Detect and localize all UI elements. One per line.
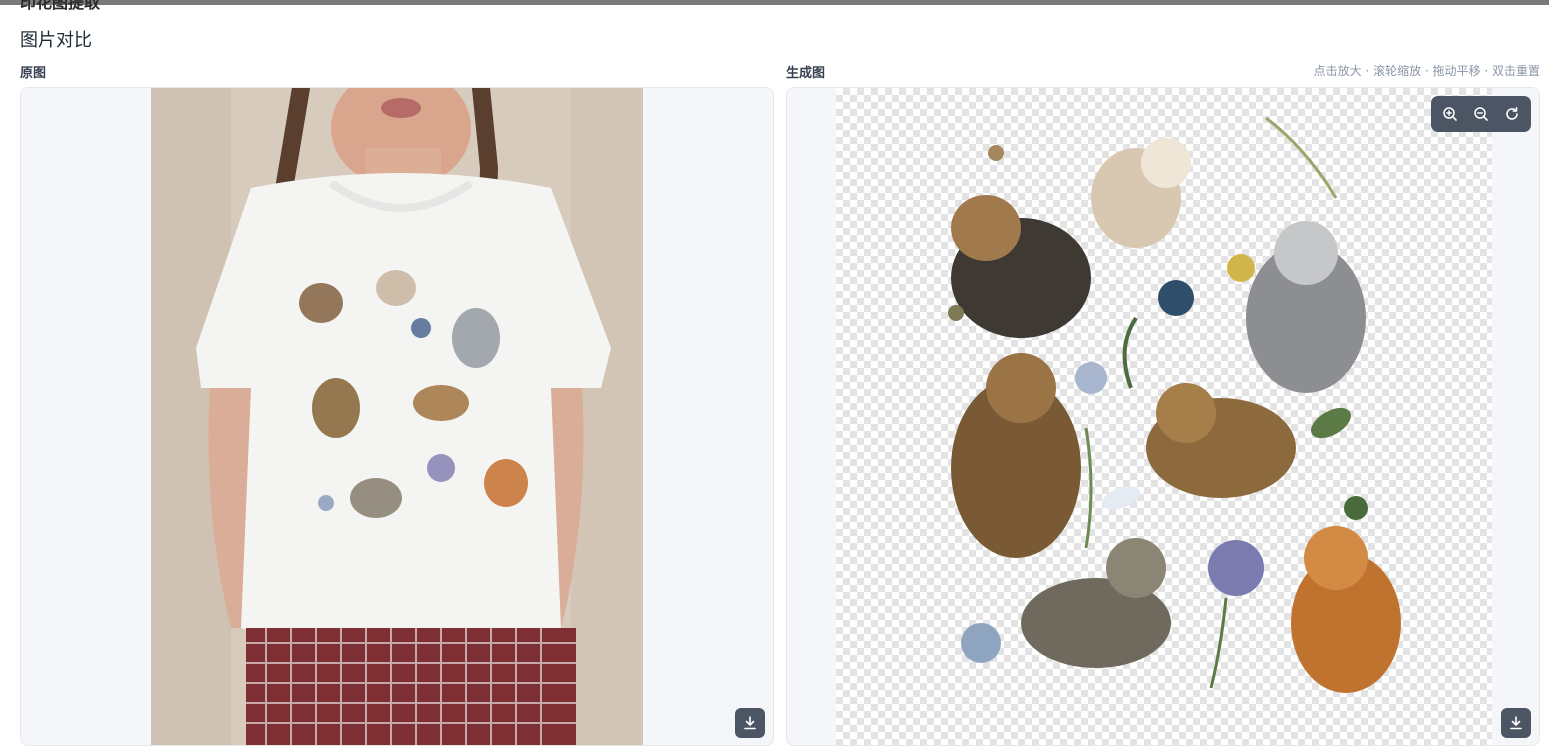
- reset-button[interactable]: [1500, 102, 1524, 126]
- zoom-in-button[interactable]: [1438, 102, 1462, 126]
- generated-image[interactable]: [836, 88, 1492, 745]
- original-image-panel[interactable]: [20, 87, 774, 746]
- zoom-out-icon: [1474, 107, 1488, 121]
- generated-image-label: 生成图: [786, 66, 826, 81]
- download-icon: [744, 716, 756, 730]
- zoom-out-button[interactable]: [1469, 102, 1493, 126]
- reset-icon: [1505, 107, 1518, 120]
- original-image-label: 原图: [20, 66, 47, 81]
- download-icon: [1510, 716, 1522, 730]
- original-image[interactable]: [151, 88, 643, 745]
- zoom-toolbar: [1431, 96, 1531, 132]
- background-page-title: 印花图提取: [20, 0, 101, 12]
- controls-hint: 点击放大 · 滚轮缩放 · 拖动平移 · 双击重置: [1313, 64, 1540, 78]
- original-download-button[interactable]: [735, 708, 765, 738]
- background-top-bar: [0, 0, 1549, 5]
- generated-print: [948, 116, 1401, 693]
- generated-download-button[interactable]: [1501, 708, 1531, 738]
- generated-image-panel[interactable]: [786, 87, 1540, 746]
- print-artwork: [948, 116, 1401, 693]
- modal-title: 图片对比: [20, 30, 92, 51]
- zoom-in-icon: [1443, 107, 1458, 121]
- original-photo: [151, 88, 643, 745]
